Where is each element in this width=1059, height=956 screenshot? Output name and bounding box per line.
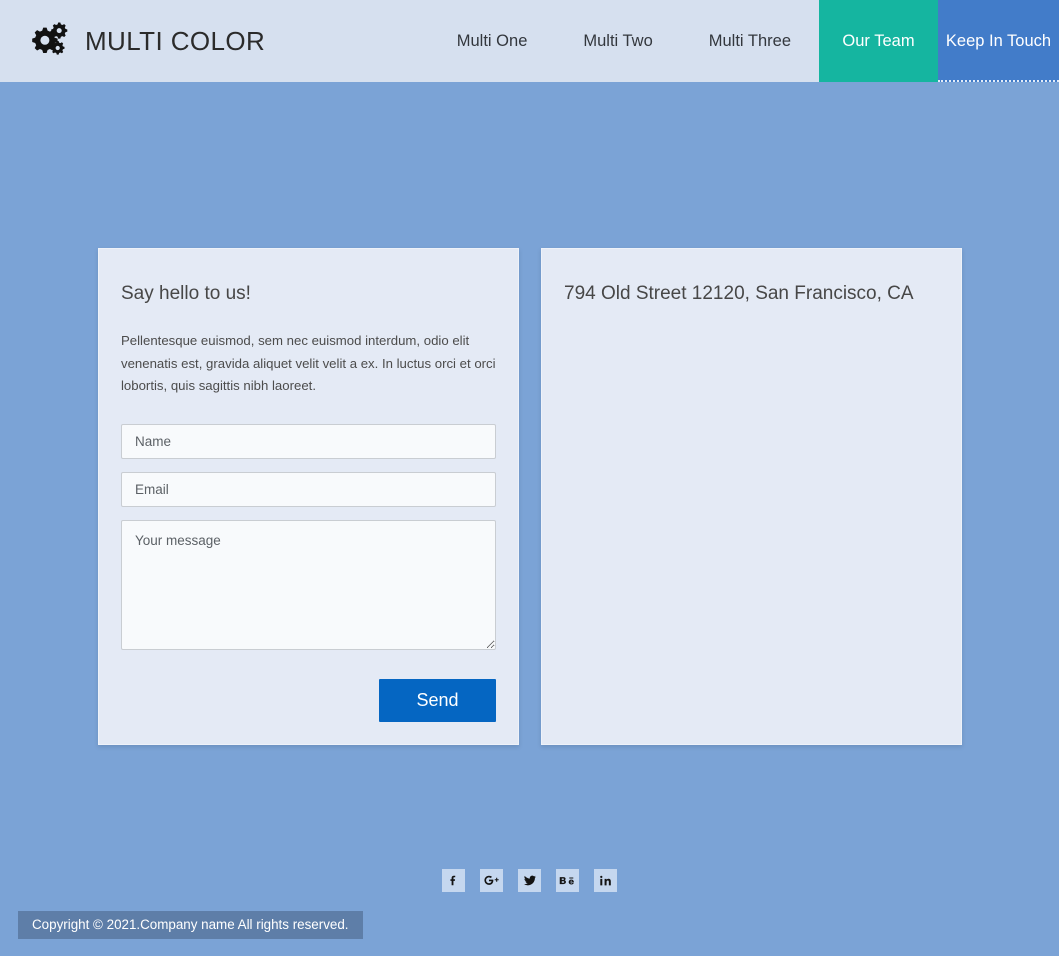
site-header: MULTI COLOR Multi One Multi Two Multi Th… <box>0 0 1059 82</box>
linkedin-icon[interactable] <box>594 869 617 892</box>
twitter-icon[interactable] <box>518 869 541 892</box>
nav-item-our-team[interactable]: Our Team <box>819 0 938 82</box>
map-card-address: 794 Old Street 12120, San Francisco, CA <box>564 283 914 304</box>
cogs-icon <box>28 21 68 61</box>
cards-row: Say hello to us! Pellentesque euismod, s… <box>98 248 962 746</box>
map-card: 794 Old Street 12120, San Francisco, CA <box>541 248 962 746</box>
nav-item-multi-three[interactable]: Multi Three <box>681 0 819 82</box>
page-body: Say hello to us! Pellentesque euismod, s… <box>0 82 1059 956</box>
social-links <box>0 869 1059 892</box>
behance-icon[interactable] <box>556 869 579 892</box>
message-textarea[interactable] <box>121 520 496 651</box>
brand-title: MULTI COLOR <box>85 25 266 56</box>
nav-item-multi-one[interactable]: Multi One <box>429 0 556 82</box>
send-button[interactable]: Send <box>379 679 496 723</box>
facebook-icon[interactable] <box>442 869 465 892</box>
email-input[interactable] <box>121 472 496 508</box>
brand[interactable]: MULTI COLOR <box>28 21 265 61</box>
contact-card-description: Pellentesque euismod, sem nec euismod in… <box>121 332 496 394</box>
contact-form: Send <box>121 424 496 723</box>
nav-item-multi-two[interactable]: Multi Two <box>555 0 680 82</box>
map-embed-area[interactable] <box>564 306 939 686</box>
contact-card-title: Say hello to us! <box>121 283 251 304</box>
main-nav: Multi One Multi Two Multi Three Our Team… <box>429 0 1059 82</box>
google-plus-icon[interactable] <box>480 869 503 892</box>
form-actions: Send <box>121 679 496 723</box>
contact-card: Say hello to us! Pellentesque euismod, s… <box>98 248 519 746</box>
nav-item-keep-in-touch[interactable]: Keep In Touch <box>938 0 1059 82</box>
name-input[interactable] <box>121 424 496 460</box>
copyright-bar: Copyright © 2021.Company name All rights… <box>18 911 363 939</box>
